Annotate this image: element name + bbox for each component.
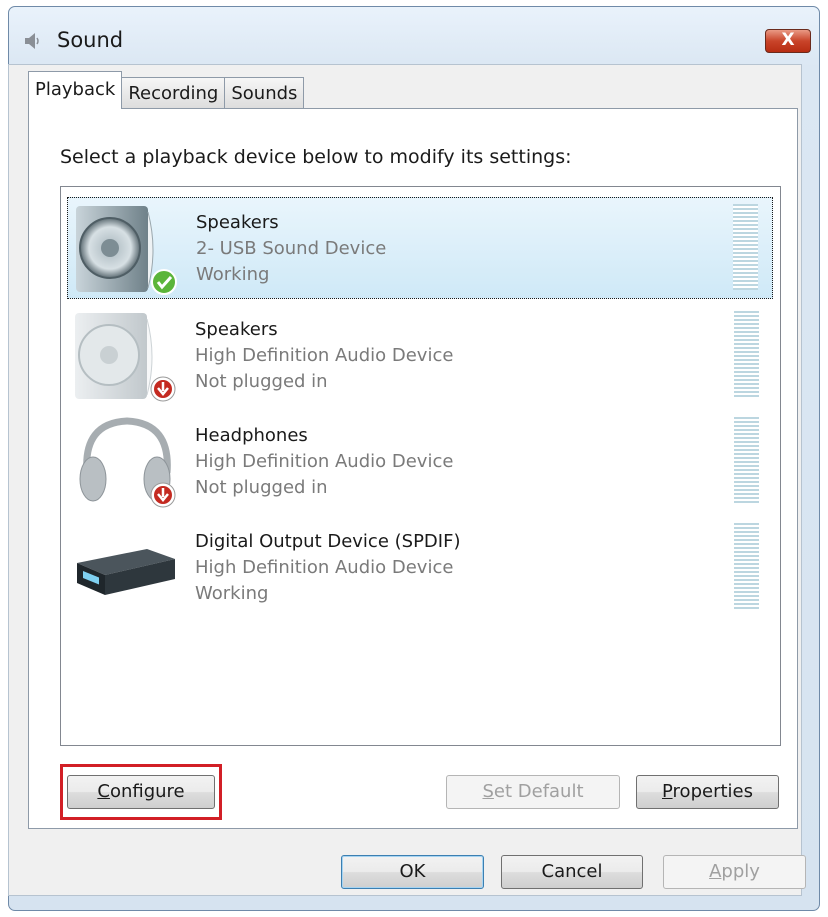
device-list[interactable]: Speakers 2- USB Sound Device Working Spe…: [60, 186, 781, 746]
window-title: Sound: [57, 28, 124, 52]
device-name: Speakers: [196, 212, 279, 233]
properties-button[interactable]: Properties: [636, 775, 779, 809]
speaker-icon: [76, 206, 177, 295]
device-status: Not plugged in: [195, 477, 328, 498]
device-description: 2- USB Sound Device: [196, 238, 387, 259]
volume-meter: [733, 204, 758, 290]
instruction-text: Select a playback device below to modify…: [60, 146, 572, 168]
configure-button[interactable]: Configure: [67, 775, 215, 809]
close-button[interactable]: X: [765, 29, 811, 53]
volume-meter: [734, 523, 759, 609]
device-description: High Definition Audio Device: [195, 345, 454, 366]
ok-button[interactable]: OK: [341, 855, 484, 889]
check-badge-icon: [151, 269, 177, 295]
volume-meter: [734, 311, 759, 397]
device-name: Speakers: [195, 319, 278, 340]
device-item[interactable]: Digital Output Device (SPDIF) High Defin…: [67, 517, 773, 619]
speaker-icon: [75, 313, 176, 402]
device-item[interactable]: Speakers 2- USB Sound Device Working: [67, 197, 773, 299]
set-default-button[interactable]: Set Default: [446, 775, 620, 809]
device-name: Headphones: [195, 425, 308, 446]
device-item[interactable]: Speakers High Definition Audio Device No…: [67, 305, 773, 407]
device-description: High Definition Audio Device: [195, 451, 454, 472]
tab-playback[interactable]: Playback: [28, 71, 123, 109]
tab-sounds[interactable]: Sounds: [224, 77, 305, 109]
tab-strip: Playback Recording Sounds: [28, 71, 305, 109]
digital-output-icon: [77, 549, 175, 595]
headphones-icon: [79, 417, 176, 508]
title-bar[interactable]: Sound X: [9, 7, 819, 69]
device-status: Working: [195, 583, 269, 604]
device-name: Digital Output Device (SPDIF): [195, 531, 461, 552]
tab-recording[interactable]: Recording: [121, 77, 226, 109]
device-item[interactable]: Headphones High Definition Audio Device …: [67, 411, 773, 513]
speaker-small-icon: [25, 33, 39, 49]
apply-button[interactable]: Apply: [663, 855, 806, 889]
cancel-button[interactable]: Cancel: [501, 855, 643, 889]
volume-meter: [734, 417, 759, 503]
device-status: Not plugged in: [195, 371, 328, 392]
device-status: Working: [196, 264, 270, 285]
device-description: High Definition Audio Device: [195, 557, 454, 578]
